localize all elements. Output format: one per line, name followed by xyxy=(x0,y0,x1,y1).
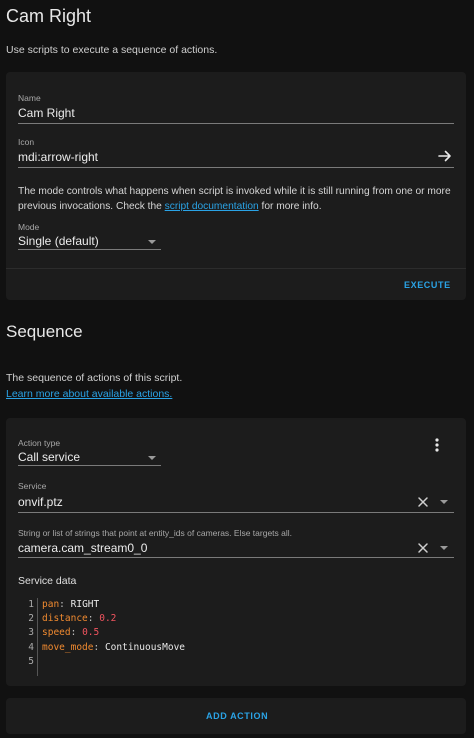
target-field[interactable]: camera.cam_stream0_0 xyxy=(18,541,147,555)
mode-select[interactable]: Single (default) xyxy=(18,234,99,248)
target-label: String or list of strings that point at … xyxy=(18,528,293,538)
icon-field-label: Icon xyxy=(18,137,35,147)
sequence-title: Sequence xyxy=(6,322,83,341)
chevron-down-icon xyxy=(148,456,156,460)
action-type-underline xyxy=(18,465,161,466)
add-action-button[interactable]: ADD ACTION xyxy=(206,711,268,721)
line-number: 1 xyxy=(28,599,34,610)
clear-service-icon[interactable] xyxy=(417,496,429,508)
target-underline xyxy=(18,557,454,558)
code-line: move_mode: ContinuousMove xyxy=(42,641,185,655)
code-line: distance: 0.2 xyxy=(42,612,185,626)
yaml-key: speed xyxy=(42,627,71,639)
yaml-sep: : xyxy=(93,641,105,653)
yaml-value: 0.5 xyxy=(82,627,100,639)
add-action-card[interactable]: ADD ACTION xyxy=(6,698,466,734)
sequence-description: The sequence of actions of this script. xyxy=(6,372,183,384)
script-settings-card: Name Cam Right Icon mdi:arrow-right The … xyxy=(6,72,466,300)
more-vertical-icon[interactable] xyxy=(430,437,444,453)
learn-more-link[interactable]: Learn more about available actions. xyxy=(6,388,172,400)
line-number: 5 xyxy=(28,655,34,667)
line-number: 3 xyxy=(28,627,34,639)
chevron-down-icon[interactable] xyxy=(440,500,448,504)
yaml-value: RIGHT xyxy=(70,599,100,610)
name-field[interactable]: Cam Right xyxy=(18,106,75,120)
code-line: pan: RIGHT xyxy=(42,598,185,612)
line-number: 2 xyxy=(28,613,34,625)
arrow-right-icon xyxy=(438,150,451,162)
yaml-sep: : xyxy=(70,627,83,639)
line-number-gutter: 1 2 3 4 5 xyxy=(18,598,38,676)
page-title: Cam Right xyxy=(6,6,92,26)
service-field[interactable]: onvif.ptz xyxy=(18,495,63,509)
clear-target-icon[interactable] xyxy=(417,542,429,554)
chevron-down-icon[interactable] xyxy=(440,546,448,550)
yaml-key: pan xyxy=(42,599,60,610)
code-area[interactable]: pan: RIGHT distance: 0.2 speed: 0.5 move… xyxy=(42,598,185,669)
service-data-label: Service data xyxy=(18,575,77,587)
name-field-underline xyxy=(18,123,454,124)
page-description: Use scripts to execute a sequence of act… xyxy=(6,44,218,56)
execute-button[interactable]: EXECUTE xyxy=(404,280,451,290)
icon-field[interactable]: mdi:arrow-right xyxy=(18,150,98,164)
action-type-label: Action type xyxy=(18,438,61,448)
service-label: Service xyxy=(18,481,47,491)
code-line: speed: 0.5 xyxy=(42,626,185,640)
yaml-key: move_mode xyxy=(42,641,94,653)
name-field-label: Name xyxy=(18,93,41,103)
yaml-value: 0.2 xyxy=(99,613,117,625)
yaml-value: ContinuousMove xyxy=(104,641,186,653)
yaml-sep: : xyxy=(87,613,100,625)
chevron-down-icon xyxy=(148,240,156,244)
script-documentation-link[interactable]: script documentation xyxy=(165,201,259,212)
line-number: 4 xyxy=(28,641,34,653)
mode-select-underline xyxy=(18,249,161,250)
mode-help-text: The mode controls what happens when scri… xyxy=(18,184,458,214)
mode-help-after: for more info. xyxy=(258,201,322,212)
card-divider xyxy=(6,268,466,269)
service-underline xyxy=(18,512,454,513)
mode-label: Mode xyxy=(18,222,40,232)
yaml-key: distance xyxy=(42,613,88,625)
service-data-editor[interactable]: 1 2 3 4 5 pan: RIGHT distance: 0.2 speed… xyxy=(18,598,438,676)
action-type-select[interactable]: Call service xyxy=(18,450,80,464)
icon-field-underline xyxy=(18,167,454,168)
yaml-sep: : xyxy=(59,599,71,610)
